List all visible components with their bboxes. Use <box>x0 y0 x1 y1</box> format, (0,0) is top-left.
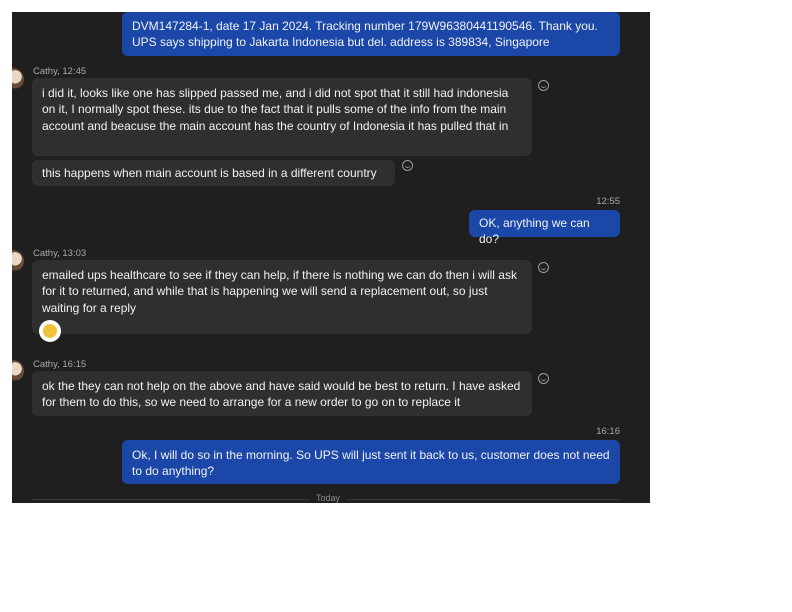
message-text: DVM147284-1, date 17 Jan 2024. Tracking … <box>132 19 598 50</box>
message-timestamp: 16:16 <box>596 426 620 437</box>
sender-timestamp: Cathy, 16:15 <box>33 359 87 370</box>
reaction-icon[interactable] <box>538 373 549 384</box>
reaction-icon[interactable] <box>538 262 549 273</box>
message-timestamp: 12:55 <box>596 196 620 207</box>
message-text: ok the they can not help on the above an… <box>42 379 521 410</box>
message-bubble-outgoing[interactable]: DVM147284-1, date 17 Jan 2024. Tracking … <box>122 12 620 56</box>
reaction-icon[interactable] <box>538 80 549 91</box>
message-bubble-incoming[interactable]: i did it, looks like one has slipped pas… <box>32 78 532 156</box>
message-text: i did it, looks like one has slipped pas… <box>42 86 509 133</box>
message-bubble-outgoing[interactable]: Ok, I will do so in the morning. So UPS … <box>122 440 620 484</box>
message-text: Ok, I will do so in the morning. So UPS … <box>132 448 610 479</box>
message-text: OK, anything we can do? <box>479 216 590 247</box>
sender-timestamp: Cathy, 13:03 <box>33 248 87 259</box>
avatar[interactable] <box>12 250 24 272</box>
day-divider-label: Today <box>310 493 347 503</box>
avatar[interactable] <box>12 68 24 90</box>
message-text: emailed ups healthcare to see if they ca… <box>42 268 517 315</box>
message-bubble-incoming[interactable]: this happens when main account is based … <box>32 160 395 186</box>
reaction-icon[interactable] <box>402 160 413 171</box>
avatar[interactable] <box>12 360 24 382</box>
message-bubble-outgoing[interactable]: OK, anything we can do? <box>469 210 620 246</box>
chat-thread[interactable]: DVM147284-1, date 17 Jan 2024. Tracking … <box>12 12 650 503</box>
smiley-emoji-icon <box>39 320 61 342</box>
message-bubble-incoming[interactable]: ok the they can not help on the above an… <box>32 371 532 416</box>
sender-timestamp: Cathy, 12:45 <box>33 66 87 77</box>
message-bubble-incoming[interactable]: emailed ups healthcare to see if they ca… <box>32 260 532 342</box>
message-text: this happens when main account is based … <box>42 166 377 180</box>
